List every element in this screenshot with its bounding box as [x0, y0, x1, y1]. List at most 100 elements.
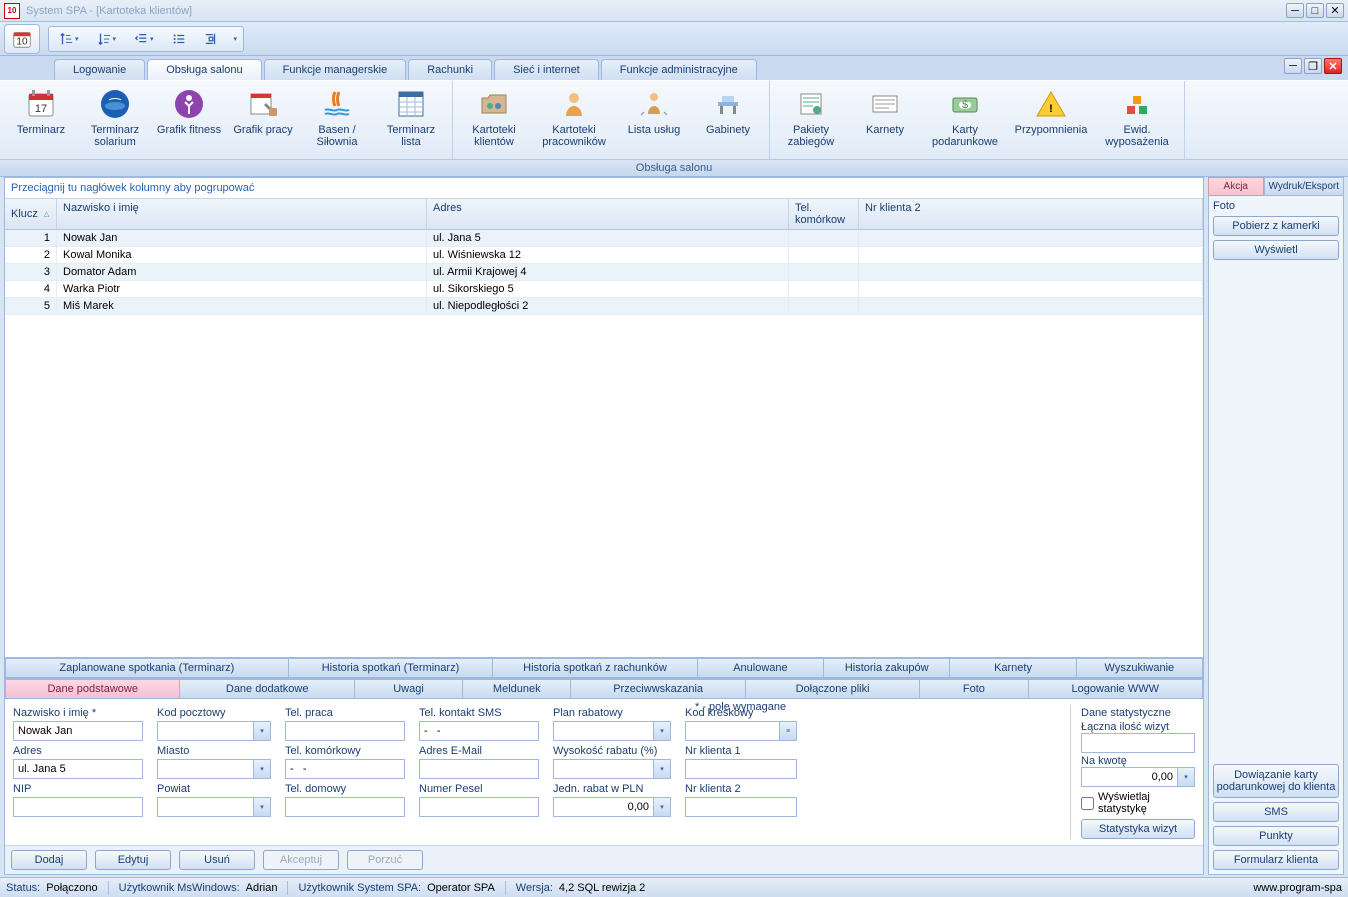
mdi-close[interactable]: ✕ — [1324, 58, 1342, 74]
cell-nazwisko: Domator Adam — [57, 264, 427, 280]
input-nazwisko[interactable] — [13, 721, 143, 741]
btn-edytuj[interactable]: Edytuj — [95, 850, 171, 870]
cell-adres: ul. Jana 5 — [427, 230, 789, 246]
input-powiat[interactable] — [157, 797, 253, 817]
table-row[interactable]: 1Nowak Janul. Jana 5 — [5, 230, 1203, 247]
input-adres[interactable] — [13, 759, 143, 779]
mdi-minimize[interactable]: ─ — [1284, 58, 1302, 74]
btn-punkty[interactable]: Punkty — [1213, 826, 1339, 846]
input-nakwote[interactable] — [1081, 767, 1177, 787]
tab-obsluga-salonu[interactable]: Obsługa salonu — [147, 59, 261, 80]
qat-indent[interactable] — [200, 32, 222, 46]
btn-usun[interactable]: Usuń — [179, 850, 255, 870]
list-icon — [395, 88, 427, 120]
tab-funkcje-administracyjne[interactable]: Funkcje administracyjne — [601, 59, 757, 80]
input-nr2[interactable] — [685, 797, 797, 817]
tab-historia-spotkan[interactable]: Historia spotkań (Terminarz) — [289, 658, 494, 678]
tab-logowanie[interactable]: Logowanie — [54, 59, 145, 80]
combo-wysokosc[interactable]: ▾ — [653, 759, 671, 779]
window-title: System SPA - [Kartoteka klientów] — [26, 5, 192, 17]
side-tab-wydruk[interactable]: Wydruk/Eksport — [1264, 177, 1344, 196]
col-klucz[interactable]: Klucz△ — [5, 199, 57, 229]
input-tel-sms[interactable] — [419, 721, 539, 741]
tab-przeciwwskazania[interactable]: Przeciwwskazania — [571, 679, 745, 699]
btn-pobierz-z-kamerki[interactable]: Pobierz z kamerki — [1213, 216, 1339, 236]
qat-outdent[interactable]: ▾ — [130, 32, 158, 46]
tab-zaplanowane[interactable]: Zaplanowane spotkania (Terminarz) — [5, 658, 289, 678]
tab-karnety[interactable]: Karnety — [950, 658, 1076, 678]
minimize-button[interactable]: ─ — [1286, 3, 1304, 18]
checkbox-statystyka-input[interactable] — [1081, 797, 1094, 810]
tab-logowanie-www[interactable]: Logowanie WWW — [1029, 679, 1203, 699]
input-pesel[interactable] — [419, 797, 539, 817]
input-email[interactable] — [419, 759, 539, 779]
tab-siec-internet[interactable]: Sieć i internet — [494, 59, 599, 80]
stats-panel: Dane statystyczne Łączna ilość wizyt Na … — [1070, 705, 1195, 839]
label-powiat: Powiat — [157, 783, 271, 795]
barcode-button[interactable]: ≡ — [779, 721, 797, 741]
tab-funkcje-managerskie[interactable]: Funkcje managerskie — [264, 59, 407, 80]
tab-meldunek[interactable]: Meldunek — [463, 679, 571, 699]
grid-header: Klucz△ Nazwisko i imię Adres Tel. komórk… — [5, 199, 1203, 230]
input-nip[interactable] — [13, 797, 143, 817]
group-by-hint[interactable]: Przeciągnij tu nagłówek kolumny aby pogr… — [5, 178, 1203, 199]
col-tel[interactable]: Tel. komórkow — [789, 199, 859, 229]
tab-anulowane[interactable]: Anulowane — [698, 658, 824, 678]
checkbox-statystyka[interactable]: Wyświetlaj statystykę — [1081, 791, 1195, 815]
app-menu-button[interactable]: 10 — [4, 24, 40, 54]
tab-dane-podstawowe[interactable]: Dane podstawowe — [5, 679, 180, 699]
input-plan[interactable] — [553, 721, 653, 741]
table-row[interactable]: 4Warka Piotrul. Sikorskiego 5 — [5, 281, 1203, 298]
input-tel-praca[interactable] — [285, 721, 405, 741]
side-tab-akcja[interactable]: Akcja — [1208, 177, 1264, 196]
combo-plan[interactable]: ▾ — [653, 721, 671, 741]
btn-statystyka-wizyt[interactable]: Statystyka wizyt — [1081, 819, 1195, 839]
btn-wyswietl[interactable]: Wyświetl — [1213, 240, 1339, 260]
cell-adres: ul. Sikorskiego 5 — [427, 281, 789, 297]
input-kod[interactable] — [157, 721, 253, 741]
combo-jedn[interactable]: ▾ — [653, 797, 671, 817]
qat-overflow[interactable]: ▾ — [234, 35, 238, 43]
btn-formularz-klienta[interactable]: Formularz klienta — [1213, 850, 1339, 870]
table-row[interactable]: 2Kowal Monikaul. Wiśniewska 12 — [5, 247, 1203, 264]
maximize-button[interactable]: □ — [1306, 3, 1324, 18]
input-laczna[interactable] — [1081, 733, 1195, 753]
input-wysokosc[interactable] — [553, 759, 653, 779]
tab-dolaczone-pliki[interactable]: Dołączone pliki — [746, 679, 920, 699]
tab-historia-zakupow[interactable]: Historia zakupów — [824, 658, 950, 678]
cell-nazwisko: Kowal Monika — [57, 247, 427, 263]
input-tel-dom[interactable] — [285, 797, 405, 817]
input-kreskowy[interactable] — [685, 721, 779, 741]
cell-tel — [789, 230, 859, 246]
col-nazwisko[interactable]: Nazwisko i imię — [57, 199, 427, 229]
tab-wyszukiwanie[interactable]: Wyszukiwanie — [1077, 658, 1203, 678]
btn-dodaj[interactable]: Dodaj — [11, 850, 87, 870]
combo-nakwote[interactable]: ▾ — [1177, 767, 1195, 787]
employee-icon — [558, 88, 590, 120]
combo-powiat[interactable]: ▾ — [253, 797, 271, 817]
titlebar: 10 System SPA - [Kartoteka klientów] ─ □… — [0, 0, 1348, 22]
combo-miasto[interactable]: ▾ — [253, 759, 271, 779]
tab-foto[interactable]: Foto — [920, 679, 1028, 699]
tab-uwagi[interactable]: Uwagi — [355, 679, 463, 699]
input-nr1[interactable] — [685, 759, 797, 779]
tab-historia-rachunkow[interactable]: Historia spotkań z rachunków — [493, 658, 698, 678]
qat-list[interactable] — [168, 32, 190, 46]
table-row[interactable]: 5Miś Marekul. Niepodległości 2 — [5, 298, 1203, 315]
col-adres[interactable]: Adres — [427, 199, 789, 229]
btn-dowiazanie-karty[interactable]: Dowiązanie karty podarunkowej do klienta — [1213, 764, 1339, 798]
clients-folder-icon — [478, 88, 510, 120]
mdi-restore[interactable]: ❐ — [1304, 58, 1322, 74]
input-miasto[interactable] — [157, 759, 253, 779]
combo-kod[interactable]: ▾ — [253, 721, 271, 741]
tab-dane-dodatkowe[interactable]: Dane dodatkowe — [180, 679, 354, 699]
input-jedn[interactable] — [553, 797, 653, 817]
col-nr-klienta[interactable]: Nr klienta 2 — [859, 199, 1203, 229]
close-button[interactable]: ✕ — [1326, 3, 1344, 18]
input-tel-kom[interactable] — [285, 759, 405, 779]
qat-sort-asc[interactable]: ▾ — [55, 32, 83, 46]
btn-sms[interactable]: SMS — [1213, 802, 1339, 822]
tab-rachunki[interactable]: Rachunki — [408, 59, 492, 80]
table-row[interactable]: 3Domator Adamul. Armii Krajowej 4 — [5, 264, 1203, 281]
qat-sort-desc[interactable]: ▾ — [93, 32, 121, 46]
